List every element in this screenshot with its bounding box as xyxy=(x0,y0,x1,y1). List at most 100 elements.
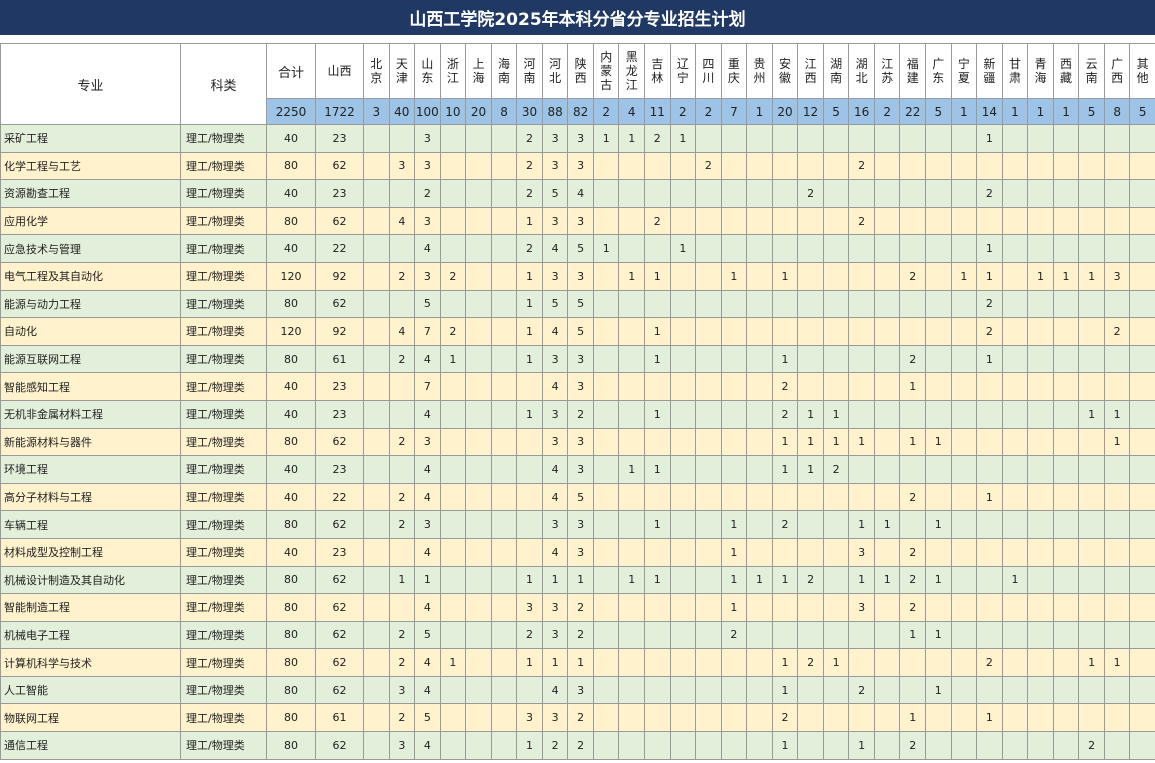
quota-cell: 2 xyxy=(899,565,927,595)
quota-cell xyxy=(746,537,773,567)
quota-cell: 1 xyxy=(720,510,748,539)
quota-cell xyxy=(1078,124,1105,153)
province-total-cell: 1 xyxy=(1001,98,1029,125)
quota-cell: 2 xyxy=(771,399,799,429)
quota-cell xyxy=(1052,593,1080,622)
quota-cell: 1 xyxy=(516,565,543,595)
table-row: 能源与动力工程 理工/物理类 80 62 5 1 5 5 2 xyxy=(0,289,1155,319)
quota-cell xyxy=(771,482,799,512)
quota-cell xyxy=(465,455,492,484)
quota-cell: 4 xyxy=(414,482,441,512)
category-cell: 理工/物理类 xyxy=(180,289,267,319)
quota-cell xyxy=(695,179,722,208)
quota-cell xyxy=(1027,317,1054,346)
quota-cell xyxy=(388,234,416,263)
quota-cell xyxy=(695,399,722,429)
major-cell: 通信工程 xyxy=(0,731,181,760)
quota-cell: 3 xyxy=(567,372,594,401)
quota-cell: 4 xyxy=(414,455,441,484)
quota-cell: 1 xyxy=(618,261,646,291)
quota-cell xyxy=(695,427,722,457)
quota-cell xyxy=(644,648,671,677)
quota-cell xyxy=(771,206,799,236)
province-total-cell: 11 xyxy=(644,98,671,125)
quota-cell: 62 xyxy=(315,731,364,760)
quota-cell xyxy=(644,289,671,319)
quota-cell xyxy=(669,537,697,567)
category-cell: 理工/物理类 xyxy=(180,648,267,677)
quota-cell: 1 xyxy=(644,344,671,374)
quota-cell xyxy=(1129,234,1155,263)
header-province: 黑龙江 xyxy=(618,43,646,99)
quota-cell xyxy=(1001,537,1029,567)
quota-cell xyxy=(822,593,850,622)
quota-cell: 3 xyxy=(414,510,441,539)
quota-cell: 1 xyxy=(899,620,927,650)
quota-cell xyxy=(1001,124,1029,153)
quota-cell: 3 xyxy=(541,620,569,650)
quota-cell: 5 xyxy=(414,620,441,650)
quota-cell: 1 xyxy=(976,261,1003,291)
quota-cell xyxy=(1103,372,1131,401)
quota-cell xyxy=(746,372,773,401)
quota-cell: 1 xyxy=(567,648,594,677)
quota-cell: 1 xyxy=(873,565,901,595)
header-province: 重庆 xyxy=(720,43,748,99)
quota-cell xyxy=(669,648,697,677)
quota-cell xyxy=(1078,703,1105,733)
quota-cell xyxy=(1052,731,1080,760)
quota-cell xyxy=(695,372,722,401)
quota-cell: 4 xyxy=(541,317,569,346)
quota-cell xyxy=(439,372,467,401)
quota-cell: 5 xyxy=(414,289,441,319)
quota-cell xyxy=(1052,124,1080,153)
quota-cell xyxy=(465,261,492,291)
major-cell: 自动化 xyxy=(0,317,181,346)
quota-cell xyxy=(669,703,697,733)
province-total-cell: 88 xyxy=(541,98,569,125)
province-total-cell: 10 xyxy=(439,98,467,125)
quota-cell xyxy=(669,510,697,539)
quota-cell: 2 xyxy=(516,179,543,208)
quota-cell xyxy=(363,234,390,263)
quota-cell xyxy=(1052,344,1080,374)
quota-cell: 1 xyxy=(644,261,671,291)
province-total-cell: 1 xyxy=(1052,98,1080,125)
quota-cell xyxy=(925,648,952,677)
quota-cell xyxy=(1027,289,1054,319)
major-cell: 机械设计制造及其自动化 xyxy=(0,565,181,595)
quota-cell xyxy=(388,537,416,567)
quota-cell xyxy=(439,151,467,181)
province-total-cell: 40 xyxy=(388,98,416,125)
quota-cell: 1 xyxy=(1103,648,1131,677)
header-province: 江苏 xyxy=(873,43,901,99)
quota-cell xyxy=(490,124,518,153)
quota-cell xyxy=(1103,537,1131,567)
major-cell: 机械电子工程 xyxy=(0,620,181,650)
quota-cell: 2 xyxy=(1078,731,1105,760)
quota-cell: 1 xyxy=(771,648,799,677)
quota-cell: 1 xyxy=(516,317,543,346)
header-province: 江西 xyxy=(797,43,824,99)
quota-cell xyxy=(592,289,620,319)
table-row: 自动化 理工/物理类 120 92 4 7 2 1 4 5 1 2 2 xyxy=(0,317,1155,346)
quota-cell xyxy=(363,537,390,567)
quota-cell xyxy=(797,206,824,236)
quota-cell: 2 xyxy=(899,344,927,374)
quota-cell xyxy=(848,289,875,319)
province-total-cell: 100 xyxy=(414,98,441,125)
table-row: 应用化学 理工/物理类 80 62 4 3 1 3 3 2 2 xyxy=(0,206,1155,236)
quota-cell xyxy=(490,206,518,236)
quota-cell xyxy=(1052,151,1080,181)
quota-cell xyxy=(465,372,492,401)
quota-cell xyxy=(363,675,390,705)
quota-cell: 4 xyxy=(541,372,569,401)
category-cell: 理工/物理类 xyxy=(180,675,267,705)
quota-cell: 2 xyxy=(567,399,594,429)
quota-cell xyxy=(848,620,875,650)
quota-cell: 2 xyxy=(388,703,416,733)
quota-cell xyxy=(516,427,543,457)
quota-cell xyxy=(797,234,824,263)
quota-cell xyxy=(592,731,620,760)
category-cell: 理工/物理类 xyxy=(180,482,267,512)
